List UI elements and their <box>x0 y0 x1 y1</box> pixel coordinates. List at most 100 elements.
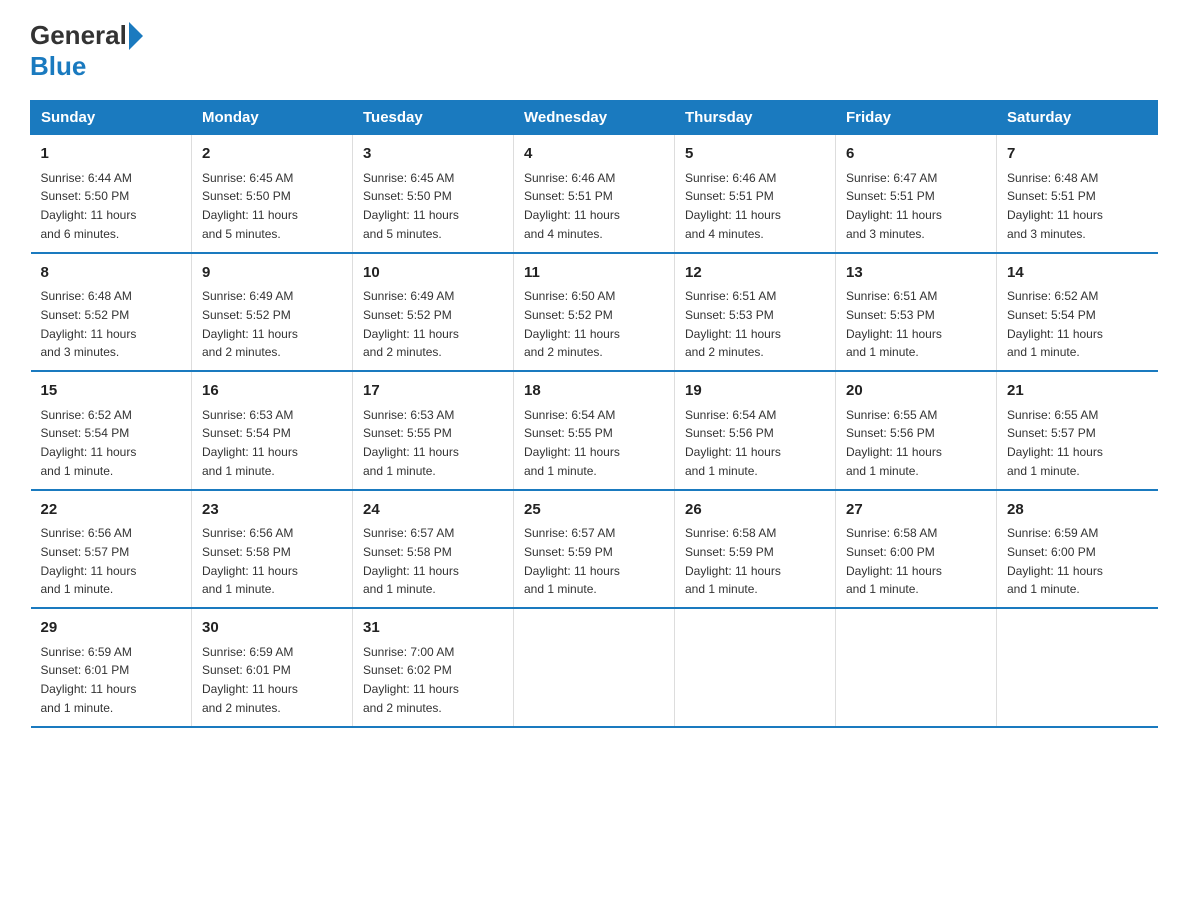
calendar-cell: 31 Sunrise: 7:00 AMSunset: 6:02 PMDayligh… <box>353 608 514 727</box>
header-day-thursday: Thursday <box>675 101 836 135</box>
logo: General Blue <box>30 20 143 82</box>
week-row-1: 1 Sunrise: 6:44 AMSunset: 5:50 PMDaylight… <box>31 135 1158 253</box>
day-info: Sunrise: 6:51 AMSunset: 5:53 PMDaylight:… <box>685 289 781 359</box>
calendar-cell: 9 Sunrise: 6:49 AMSunset: 5:52 PMDaylight… <box>192 253 353 372</box>
calendar-cell: 6 Sunrise: 6:47 AMSunset: 5:51 PMDaylight… <box>836 135 997 253</box>
calendar-cell: 21 Sunrise: 6:55 AMSunset: 5:57 PMDayligh… <box>997 371 1158 490</box>
day-number: 11 <box>524 262 664 285</box>
day-info: Sunrise: 6:55 AMSunset: 5:56 PMDaylight:… <box>846 408 942 478</box>
header: General Blue <box>30 20 1158 82</box>
day-info: Sunrise: 6:58 AMSunset: 5:59 PMDaylight:… <box>685 526 781 596</box>
logo-arrow-icon <box>129 22 143 50</box>
day-number: 1 <box>41 143 182 166</box>
calendar-cell <box>997 608 1158 727</box>
week-row-3: 15 Sunrise: 6:52 AMSunset: 5:54 PMDayligh… <box>31 371 1158 490</box>
calendar-cell: 28 Sunrise: 6:59 AMSunset: 6:00 PMDayligh… <box>997 490 1158 609</box>
calendar-cell: 24Sunrise: 6:57 AMSunset: 5:58 PMDayligh… <box>353 490 514 609</box>
day-info: Sunrise: 6:56 AMSunset: 5:57 PMDaylight:… <box>41 526 137 596</box>
calendar-cell: 27Sunrise: 6:58 AMSunset: 6:00 PMDayligh… <box>836 490 997 609</box>
day-number: 13 <box>846 262 986 285</box>
day-number: 22 <box>41 499 182 522</box>
day-info: Sunrise: 6:56 AMSunset: 5:58 PMDaylight:… <box>202 526 298 596</box>
day-info: Sunrise: 6:53 AMSunset: 5:54 PMDaylight:… <box>202 408 298 478</box>
day-number: 30 <box>202 617 342 640</box>
day-number: 31 <box>363 617 503 640</box>
day-info: Sunrise: 6:46 AMSunset: 5:51 PMDaylight:… <box>524 171 620 241</box>
header-day-monday: Monday <box>192 101 353 135</box>
calendar-cell: 3 Sunrise: 6:45 AMSunset: 5:50 PMDaylight… <box>353 135 514 253</box>
calendar-cell: 29 Sunrise: 6:59 AMSunset: 6:01 PMDayligh… <box>31 608 192 727</box>
calendar-cell: 23 Sunrise: 6:56 AMSunset: 5:58 PMDayligh… <box>192 490 353 609</box>
day-number: 9 <box>202 262 342 285</box>
day-number: 15 <box>41 380 182 403</box>
day-info: Sunrise: 6:49 AMSunset: 5:52 PMDaylight:… <box>363 289 459 359</box>
day-info: Sunrise: 7:00 AMSunset: 6:02 PMDaylight:… <box>363 645 459 715</box>
day-number: 26 <box>685 499 825 522</box>
day-number: 20 <box>846 380 986 403</box>
header-day-sunday: Sunday <box>31 101 192 135</box>
calendar-cell <box>836 608 997 727</box>
calendar-cell: 7 Sunrise: 6:48 AMSunset: 5:51 PMDaylight… <box>997 135 1158 253</box>
calendar-cell: 16 Sunrise: 6:53 AMSunset: 5:54 PMDayligh… <box>192 371 353 490</box>
calendar-cell: 20 Sunrise: 6:55 AMSunset: 5:56 PMDayligh… <box>836 371 997 490</box>
day-info: Sunrise: 6:55 AMSunset: 5:57 PMDaylight:… <box>1007 408 1103 478</box>
day-number: 6 <box>846 143 986 166</box>
day-info: Sunrise: 6:59 AMSunset: 6:00 PMDaylight:… <box>1007 526 1103 596</box>
calendar-cell: 22 Sunrise: 6:56 AMSunset: 5:57 PMDayligh… <box>31 490 192 609</box>
day-info: Sunrise: 6:47 AMSunset: 5:51 PMDaylight:… <box>846 171 942 241</box>
day-number: 10 <box>363 262 503 285</box>
calendar-cell: 25 Sunrise: 6:57 AMSunset: 5:59 PMDayligh… <box>514 490 675 609</box>
header-day-tuesday: Tuesday <box>353 101 514 135</box>
day-number: 27 <box>846 499 986 522</box>
calendar-cell: 4 Sunrise: 6:46 AMSunset: 5:51 PMDaylight… <box>514 135 675 253</box>
day-info: Sunrise: 6:59 AMSunset: 6:01 PMDaylight:… <box>41 645 137 715</box>
calendar-table: SundayMondayTuesdayWednesdayThursdayFrid… <box>30 100 1158 728</box>
day-number: 21 <box>1007 380 1148 403</box>
header-day-wednesday: Wednesday <box>514 101 675 135</box>
day-number: 19 <box>685 380 825 403</box>
day-info: Sunrise: 6:48 AMSunset: 5:51 PMDaylight:… <box>1007 171 1103 241</box>
calendar-cell: 8 Sunrise: 6:48 AMSunset: 5:52 PMDaylight… <box>31 253 192 372</box>
day-number: 8 <box>41 262 182 285</box>
calendar-cell: 2Sunrise: 6:45 AMSunset: 5:50 PMDaylight… <box>192 135 353 253</box>
day-info: Sunrise: 6:48 AMSunset: 5:52 PMDaylight:… <box>41 289 137 359</box>
logo-general-text: General <box>30 20 127 51</box>
day-info: Sunrise: 6:49 AMSunset: 5:52 PMDaylight:… <box>202 289 298 359</box>
day-number: 28 <box>1007 499 1148 522</box>
day-number: 23 <box>202 499 342 522</box>
calendar-cell: 19Sunrise: 6:54 AMSunset: 5:56 PMDayligh… <box>675 371 836 490</box>
day-number: 29 <box>41 617 182 640</box>
day-info: Sunrise: 6:44 AMSunset: 5:50 PMDaylight:… <box>41 171 137 241</box>
day-number: 3 <box>363 143 503 166</box>
day-number: 16 <box>202 380 342 403</box>
day-number: 17 <box>363 380 503 403</box>
week-row-4: 22 Sunrise: 6:56 AMSunset: 5:57 PMDayligh… <box>31 490 1158 609</box>
day-info: Sunrise: 6:59 AMSunset: 6:01 PMDaylight:… <box>202 645 298 715</box>
calendar-cell: 12Sunrise: 6:51 AMSunset: 5:53 PMDayligh… <box>675 253 836 372</box>
day-info: Sunrise: 6:50 AMSunset: 5:52 PMDaylight:… <box>524 289 620 359</box>
calendar-cell <box>514 608 675 727</box>
calendar-cell: 13 Sunrise: 6:51 AMSunset: 5:53 PMDayligh… <box>836 253 997 372</box>
day-info: Sunrise: 6:53 AMSunset: 5:55 PMDaylight:… <box>363 408 459 478</box>
calendar-cell: 18Sunrise: 6:54 AMSunset: 5:55 PMDayligh… <box>514 371 675 490</box>
day-info: Sunrise: 6:52 AMSunset: 5:54 PMDaylight:… <box>1007 289 1103 359</box>
day-number: 7 <box>1007 143 1148 166</box>
logo-blue-text: Blue <box>30 51 86 82</box>
calendar-cell: 30 Sunrise: 6:59 AMSunset: 6:01 PMDayligh… <box>192 608 353 727</box>
day-info: Sunrise: 6:57 AMSunset: 5:59 PMDaylight:… <box>524 526 620 596</box>
day-number: 4 <box>524 143 664 166</box>
calendar-cell: 10 Sunrise: 6:49 AMSunset: 5:52 PMDayligh… <box>353 253 514 372</box>
header-day-saturday: Saturday <box>997 101 1158 135</box>
day-info: Sunrise: 6:45 AMSunset: 5:50 PMDaylight:… <box>363 171 459 241</box>
day-info: Sunrise: 6:54 AMSunset: 5:55 PMDaylight:… <box>524 408 620 478</box>
day-number: 25 <box>524 499 664 522</box>
header-row: SundayMondayTuesdayWednesdayThursdayFrid… <box>31 101 1158 135</box>
calendar-cell: 1 Sunrise: 6:44 AMSunset: 5:50 PMDaylight… <box>31 135 192 253</box>
day-number: 24 <box>363 499 503 522</box>
day-info: Sunrise: 6:51 AMSunset: 5:53 PMDaylight:… <box>846 289 942 359</box>
day-number: 5 <box>685 143 825 166</box>
calendar-cell: 17 Sunrise: 6:53 AMSunset: 5:55 PMDayligh… <box>353 371 514 490</box>
day-info: Sunrise: 6:52 AMSunset: 5:54 PMDaylight:… <box>41 408 137 478</box>
calendar-cell: 5Sunrise: 6:46 AMSunset: 5:51 PMDaylight… <box>675 135 836 253</box>
calendar-cell: 26 Sunrise: 6:58 AMSunset: 5:59 PMDayligh… <box>675 490 836 609</box>
